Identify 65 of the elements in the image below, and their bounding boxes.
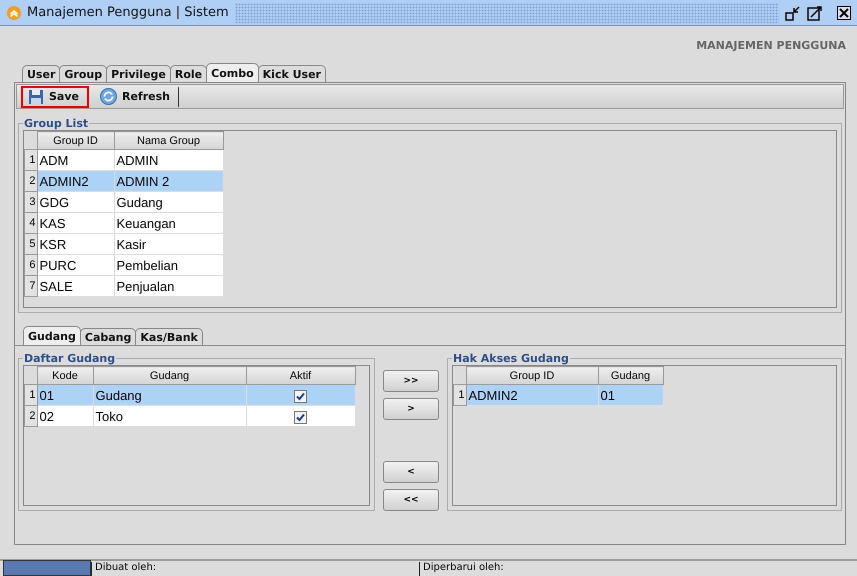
table-cell: KSR: [37, 234, 114, 254]
table-cell: Toko: [93, 406, 246, 426]
group-title: Daftar Gudang: [23, 352, 116, 365]
row-number: 1: [454, 384, 466, 406]
table-cell: ADMIN: [114, 150, 223, 170]
tab[interactable]: Kas/Bank: [135, 328, 203, 345]
table-cell: 01: [598, 384, 663, 406]
row-number: 4: [24, 212, 37, 234]
table-cell: Gudang: [93, 384, 246, 406]
table-cell: KAS: [37, 212, 114, 234]
table-cell: Penjualan: [114, 276, 223, 296]
column-header[interactable]: Aktif: [246, 366, 355, 384]
group-title: Group List: [23, 117, 90, 130]
tab[interactable]: Gudang: [23, 326, 81, 345]
move-button[interactable]: >: [383, 398, 439, 420]
table-cell: SALE: [37, 276, 114, 296]
status-text: Dibuat oleh:: [91, 562, 419, 576]
refresh-icon: [100, 88, 117, 105]
row-number: 6: [24, 254, 37, 276]
refresh-button[interactable]: Refresh: [92, 86, 179, 108]
column-header[interactable]: Group ID: [466, 366, 598, 384]
row-number: 1: [24, 384, 37, 406]
move-button[interactable]: >>: [383, 370, 439, 392]
table-cell: Pembelian: [114, 254, 223, 276]
table-cell: PURC: [37, 254, 114, 276]
table-cell: ADMIN2: [466, 384, 598, 406]
page-heading: MANAJEMEN PENGGUNA: [696, 39, 846, 51]
row-number: 5: [24, 234, 37, 254]
tab[interactable]: Combo: [206, 63, 259, 82]
save-button[interactable]: Save: [21, 86, 89, 108]
move-button[interactable]: <: [383, 461, 439, 483]
column-header[interactable]: Group ID: [37, 132, 114, 150]
row-number: 7: [24, 276, 37, 296]
app-icon: [7, 6, 21, 20]
table-cell: GDG: [37, 192, 114, 212]
maximize-icon[interactable]: [807, 4, 823, 20]
table-cell: Kasir: [114, 234, 223, 254]
checkbox[interactable]: [294, 390, 307, 403]
table-cell: ADMIN2: [37, 170, 114, 192]
move-button[interactable]: <<: [383, 489, 439, 511]
close-icon[interactable]: [837, 6, 851, 20]
window-title: Manajemen Pengguna | Sistem: [27, 5, 229, 20]
tab[interactable]: Privilege: [106, 65, 171, 82]
tab[interactable]: Kick User: [258, 65, 326, 82]
table-cell: 02: [37, 406, 93, 426]
table-cell: Keuangan: [114, 212, 223, 234]
table-cell: ADMIN 2: [114, 170, 223, 192]
column-header[interactable]: Nama Group: [114, 132, 223, 150]
table-cell: 01: [37, 384, 93, 406]
row-number: 1: [24, 150, 37, 170]
table-cell: ADM: [37, 150, 114, 170]
status-text: Diperbarui oleh:: [419, 562, 504, 576]
row-number: 2: [24, 170, 37, 192]
column-header[interactable]: Kode: [37, 366, 93, 384]
tab[interactable]: Group: [59, 65, 108, 82]
tab[interactable]: Cabang: [80, 328, 136, 345]
tab[interactable]: User: [22, 65, 60, 82]
column-header[interactable]: Gudang: [93, 366, 246, 384]
table-cell: Gudang: [114, 192, 223, 212]
row-number: 2: [24, 406, 37, 426]
row-number: 3: [24, 192, 37, 212]
group-title: Hak Akses Gudang: [452, 352, 570, 365]
restore-icon[interactable]: [785, 4, 801, 20]
column-header[interactable]: Gudang: [598, 366, 663, 384]
checkbox[interactable]: [294, 410, 307, 424]
